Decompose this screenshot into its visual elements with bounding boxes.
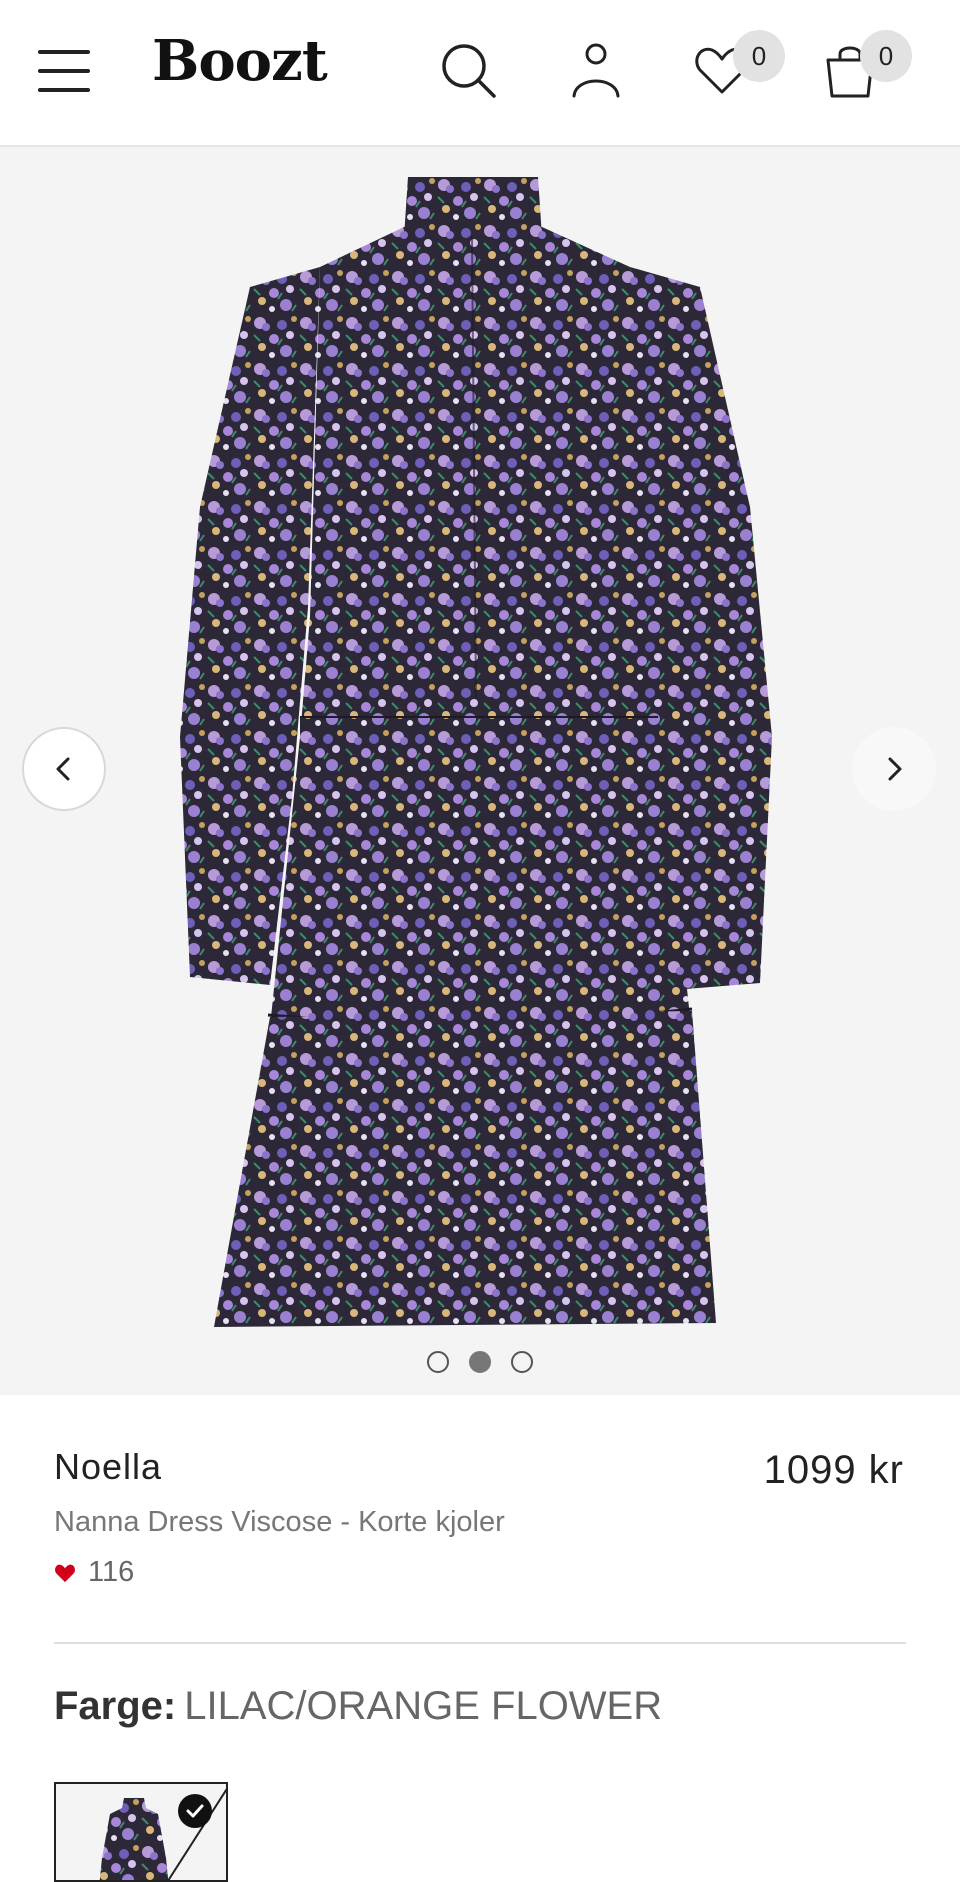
color-label: Farge: — [54, 1684, 177, 1728]
site-header: Boozt 0 0 — [0, 0, 960, 147]
like-count[interactable]: 116 — [54, 1556, 134, 1589]
pagination-dot-active[interactable] — [469, 1351, 491, 1373]
pagination-dot[interactable] — [511, 1351, 533, 1373]
product-brand[interactable]: Noella — [54, 1446, 162, 1488]
product-name: Nanna Dress Viscose - Korte kjoler — [54, 1506, 505, 1538]
pagination-dot[interactable] — [427, 1351, 449, 1373]
search-icon[interactable] — [438, 40, 498, 100]
product-price: 1099 kr — [763, 1448, 904, 1492]
color-selector-label: Farge: LILAC/ORANGE FLOWER — [54, 1684, 662, 1729]
like-count-value: 116 — [88, 1556, 135, 1588]
product-image-gallery[interactable] — [0, 147, 960, 1395]
user-icon[interactable] — [566, 40, 626, 100]
image-pagination — [0, 1351, 960, 1373]
divider — [54, 1642, 906, 1644]
color-value: LILAC/ORANGE FLOWER — [184, 1684, 663, 1728]
menu-icon[interactable] — [38, 50, 90, 92]
wishlist-count-badge: 0 — [733, 30, 785, 82]
chevron-left-icon — [56, 757, 70, 781]
product-image — [180, 177, 772, 1327]
cart-count-badge: 0 — [860, 30, 912, 82]
chevron-right-icon — [888, 757, 902, 781]
heart-filled-icon — [55, 1564, 75, 1582]
check-icon — [178, 1794, 212, 1828]
color-swatch-selected[interactable] — [54, 1782, 228, 1882]
previous-image-button[interactable] — [22, 727, 106, 811]
logo[interactable]: Boozt — [152, 28, 328, 94]
next-image-button[interactable] — [852, 727, 936, 811]
